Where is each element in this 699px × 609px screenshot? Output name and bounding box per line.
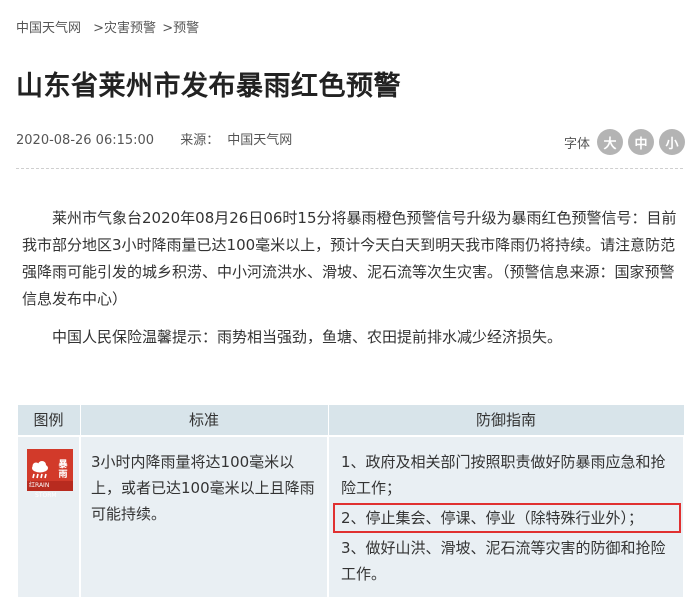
breadcrumb-warning-link[interactable]: >预警 [162, 21, 199, 36]
font-size-small-button[interactable]: 小 [659, 129, 685, 155]
article-meta: 2020-08-26 06:15:00 来源： 中国天气网 [16, 129, 292, 148]
icon-char-yu: 雨 [58, 469, 68, 480]
table-header-row: 图例 标准 防御指南 [16, 404, 685, 436]
publish-datetime: 2020-08-26 06:15:00 [16, 133, 155, 148]
icon-char-bao: 暴 [58, 459, 68, 470]
legend-cell: 暴 雨 红 RAIN STORM [16, 434, 81, 599]
warning-guide-table: 图例 标准 防御指南 暴 雨 红 RAIN STORM 3小时内降雨量将达100… [16, 404, 685, 599]
source-name: 中国天气网 [227, 133, 293, 148]
header-standard: 标准 [79, 404, 329, 436]
header-legend: 图例 [16, 404, 81, 436]
breadcrumb-disaster-warning-link[interactable]: >灾害预警 [93, 21, 156, 36]
breadcrumb: 中国天气网 >灾害预警 >预警 [16, 17, 201, 36]
guide-item: 3、做好山洪、滑坡、泥石流等灾害的防御和抢险工作。 [341, 538, 666, 583]
guide-item-highlighted: 2、停止集会、停课、停业（除特殊行业外）； [333, 502, 681, 533]
source-label: 来源： [180, 133, 220, 148]
font-size-controls: 字体 大 中 小 [564, 129, 685, 155]
header-defense-guide: 防御指南 [327, 404, 685, 436]
font-size-large-button[interactable]: 大 [597, 129, 623, 155]
article-paragraph: 莱州市气象台2020年08月26日06时15分将暴雨橙色预警信号升级为暴雨红色预… [22, 209, 677, 308]
meta-divider [16, 168, 683, 169]
icon-english-text: RAIN STORM [35, 481, 57, 499]
standard-cell: 3小时内降雨量将达100毫米以上，或者已达100毫米以上且降雨可能持续。 [79, 434, 329, 599]
rainstorm-red-warning-icon: 暴 雨 红 RAIN STORM [27, 448, 73, 499]
article-paragraph: 中国人民保险温馨提示：雨势相当强劲，鱼塘、农田提前排水减少经济损失。 [52, 328, 563, 346]
page-title: 山东省莱州市发布暴雨红色预警 [16, 71, 401, 102]
guide-item: 1、政府及相关部门按照职责做好防暴雨应急和抢险工作； [341, 452, 666, 497]
defense-guide-cell: 1、政府及相关部门按照职责做好防暴雨应急和抢险工作； 2、停止集会、停课、停业（… [327, 434, 685, 599]
font-size-medium-button[interactable]: 中 [628, 129, 654, 155]
icon-caption: 红 RAIN STORM [27, 480, 73, 499]
breadcrumb-home-link[interactable]: 中国天气网 [16, 21, 81, 36]
font-size-label: 字体 [563, 136, 590, 152]
table-row: 暴 雨 红 RAIN STORM 3小时内降雨量将达100毫米以上，或者已达10… [16, 434, 685, 599]
